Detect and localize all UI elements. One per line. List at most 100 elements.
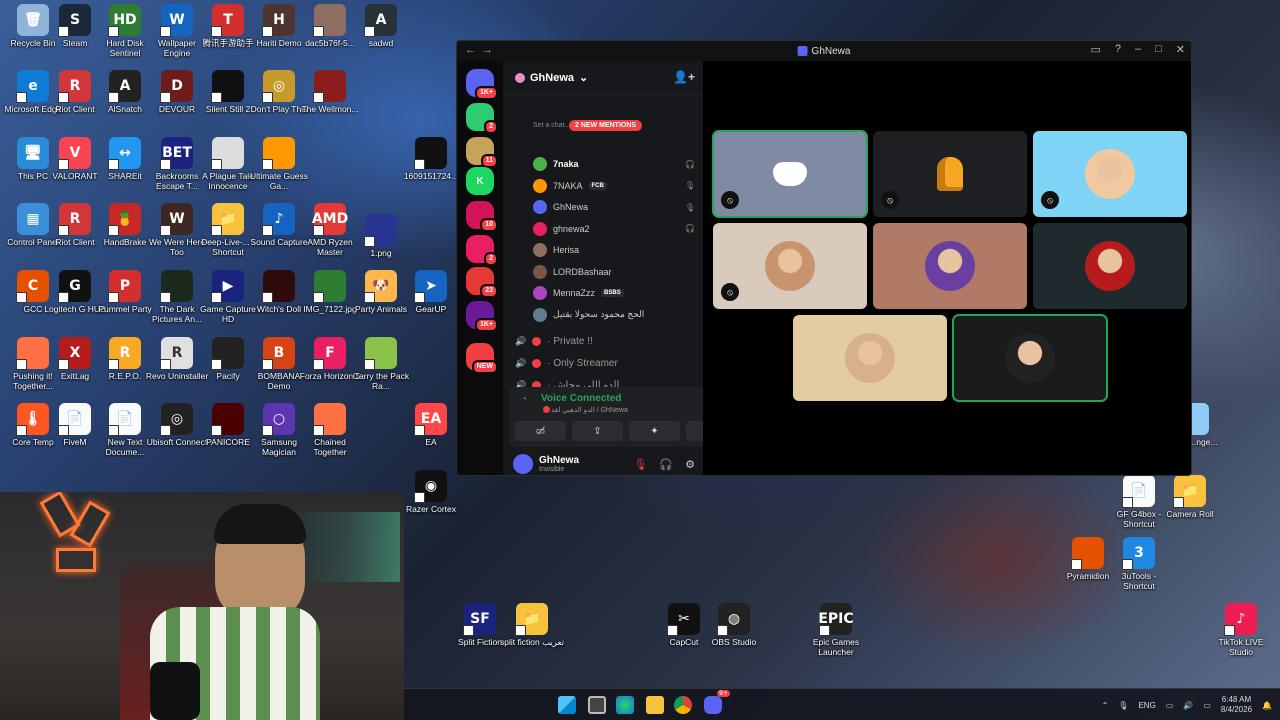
clock[interactable]: 6:48 AM 8/4/2026 bbox=[1221, 695, 1252, 715]
server-icon[interactable]: 2 bbox=[466, 103, 498, 134]
discord-taskbar-icon[interactable]: 9+ bbox=[704, 690, 730, 714]
member-name: Herisa bbox=[553, 245, 580, 255]
member-status-icon: 🎙 bbox=[684, 202, 695, 212]
participant-tile[interactable] bbox=[1033, 223, 1187, 309]
user-controls: 🎙 🎧 ⚙ bbox=[633, 458, 695, 471]
app-icon: B bbox=[262, 337, 295, 370]
desktop-icon[interactable]: EA EA bbox=[398, 403, 464, 447]
notification-bell-icon[interactable]: 🔔 bbox=[1262, 701, 1272, 710]
participant-tile[interactable] bbox=[873, 223, 1027, 309]
server-icon[interactable]: 1K+ bbox=[466, 301, 498, 332]
server-icon[interactable]: 11 bbox=[466, 137, 498, 168]
gear-icon[interactable]: ⚙ bbox=[685, 458, 695, 471]
app-icon bbox=[313, 70, 346, 103]
language-indicator[interactable]: ENG bbox=[1138, 701, 1155, 710]
desktop-icon[interactable]: EPIC Epic Games Launcher bbox=[803, 603, 869, 657]
app-icon bbox=[211, 337, 244, 370]
maximize-button[interactable]: □ bbox=[1155, 43, 1162, 56]
desktop-icon[interactable]: 📁 split fiction تعريب bbox=[499, 603, 565, 647]
inbox-icon[interactable]: ▭ bbox=[1090, 43, 1100, 56]
voice-member[interactable]: 7naka 🎧 bbox=[533, 155, 699, 173]
participant-tile[interactable]: ⦸ bbox=[712, 130, 868, 218]
invite-user-icon[interactable]: 👤+ bbox=[673, 70, 695, 84]
server-icon[interactable]: 10 bbox=[466, 201, 498, 232]
file-explorer-icon[interactable] bbox=[646, 696, 664, 714]
close-button[interactable]: ✕ bbox=[1176, 43, 1185, 56]
voice-status[interactable]: Voice Connected bbox=[541, 393, 621, 404]
voice-channel-path[interactable]: الدو الذهبي لقد / GhNewa bbox=[551, 406, 628, 414]
headphones-icon[interactable]: 🎧 bbox=[659, 458, 673, 471]
start-button[interactable] bbox=[558, 696, 576, 714]
task-view-icon[interactable] bbox=[588, 696, 606, 714]
desktop-icon[interactable]: The Wellmon... bbox=[297, 70, 363, 114]
desktop-icon-label: split fiction تعريب bbox=[500, 637, 564, 647]
desktop-icon[interactable]: ♪ TikTok LIVE Studio bbox=[1208, 603, 1274, 657]
server-icon[interactable]: 2 bbox=[466, 235, 498, 266]
mic-muted-icon[interactable]: 🎙 bbox=[633, 458, 647, 471]
participant-tile[interactable]: ⦸ bbox=[873, 131, 1027, 217]
app-icon: 📁 bbox=[1173, 475, 1206, 508]
server-icon[interactable]: NEW bbox=[466, 343, 498, 374]
member-name: LORDBashaar bbox=[553, 266, 612, 277]
app-icon: G bbox=[58, 270, 91, 303]
member-tag: BSBS bbox=[601, 289, 624, 297]
server-icon[interactable]: 23 bbox=[466, 267, 498, 298]
app-icon: 🐶 bbox=[364, 270, 397, 303]
server-badge: 10 bbox=[480, 218, 498, 232]
voice-member[interactable]: 7NAKA FCB 🎙 bbox=[533, 177, 699, 195]
speaker-icon: 🔊 bbox=[515, 357, 527, 368]
voice-member[interactable]: MennaZzz BSBS bbox=[533, 284, 699, 302]
minimize-button[interactable]: – bbox=[1135, 43, 1141, 56]
desktop-icon[interactable]: ➤ GearUP bbox=[398, 270, 464, 314]
desktop-icon[interactable]: ◍ OBS Studio bbox=[701, 603, 767, 647]
participant-tile[interactable] bbox=[793, 315, 947, 401]
voice-member[interactable]: ghnewa2 🎧 bbox=[533, 220, 699, 238]
signal-icon[interactable]: ◔ bbox=[521, 394, 527, 405]
app-icon: H bbox=[262, 4, 295, 37]
screen-share-button[interactable]: ⇪ bbox=[572, 421, 623, 441]
voice-member[interactable]: LORDBashaar bbox=[533, 263, 699, 281]
desktop-icon[interactable]: 📁 Camera Roll bbox=[1157, 475, 1223, 519]
battery-icon[interactable]: ▭ bbox=[1203, 701, 1211, 710]
desktop-icon[interactable]: Carry the Pack Ra... bbox=[348, 337, 414, 391]
guild-header[interactable]: GhNewa ⌄ 👤+ bbox=[503, 61, 703, 95]
server-icon[interactable]: 1K+ bbox=[466, 69, 498, 100]
network-icon[interactable]: ▭ bbox=[1166, 701, 1174, 710]
muted-icon: ⦸ bbox=[881, 191, 899, 209]
app-icon bbox=[211, 137, 244, 170]
chevron-up-icon[interactable]: ⌃ bbox=[1102, 701, 1109, 710]
desktop-icon[interactable]: 3 3uTools - Shortcut bbox=[1106, 537, 1172, 591]
activities-button[interactable]: ✦ bbox=[629, 421, 680, 441]
avatar[interactable] bbox=[513, 454, 533, 474]
desktop-icon[interactable]: ◉ Razer Cortex bbox=[398, 470, 464, 514]
volume-icon[interactable]: 🔊 bbox=[1183, 701, 1193, 710]
chrome-icon[interactable] bbox=[674, 696, 692, 714]
voice-channel[interactable]: 🔊 · Only Streamer bbox=[515, 353, 695, 373]
channel-dot bbox=[543, 406, 550, 413]
app-icon: T bbox=[211, 4, 244, 37]
voice-member[interactable]: الحج محمود سحولا بقتيل bbox=[533, 306, 699, 324]
desktop-icon[interactable]: 1.png bbox=[348, 214, 414, 258]
desktop-icon[interactable]: Asadwd bbox=[348, 4, 414, 48]
desktop-icon[interactable]: Chained Together bbox=[297, 403, 363, 457]
help-icon[interactable]: ? bbox=[1115, 43, 1121, 56]
participant-tile[interactable]: ⦸ bbox=[1033, 131, 1187, 217]
server-icon[interactable]: K bbox=[466, 167, 494, 195]
voice-member[interactable]: Herisa bbox=[533, 241, 699, 259]
app-icon: ◉ bbox=[414, 470, 447, 503]
nav-arrows[interactable]: ←→ bbox=[465, 44, 499, 56]
voice-member[interactable]: GhNewa 🎙 bbox=[533, 198, 699, 216]
new-mentions-pill[interactable]: 2 NEW MENTIONS bbox=[569, 120, 643, 131]
set-chat-status[interactable]: Set a chat... bbox=[533, 122, 570, 129]
participant-tile[interactable] bbox=[952, 314, 1108, 402]
edge-icon[interactable] bbox=[616, 696, 634, 714]
app-icon: EA bbox=[414, 403, 447, 436]
voice-channel[interactable]: 🔊 · Private !! bbox=[515, 331, 695, 351]
participant-tile[interactable]: ⦸ bbox=[713, 223, 867, 309]
camera-off-button[interactable]: ▭̸ bbox=[515, 421, 566, 441]
microphone-icon[interactable]: 🎙 bbox=[1118, 701, 1128, 710]
avatar bbox=[1085, 241, 1135, 291]
desktop-icon[interactable]: 1609151724... bbox=[398, 137, 464, 181]
discord-window: ←→ GhNewa ▭ ? – □ ✕ 1K+ 2 11 K 10 2 23 1K+ NEW G… bbox=[456, 40, 1192, 476]
desktop-icon[interactable]: Ultimate Guess Ga... bbox=[246, 137, 312, 191]
